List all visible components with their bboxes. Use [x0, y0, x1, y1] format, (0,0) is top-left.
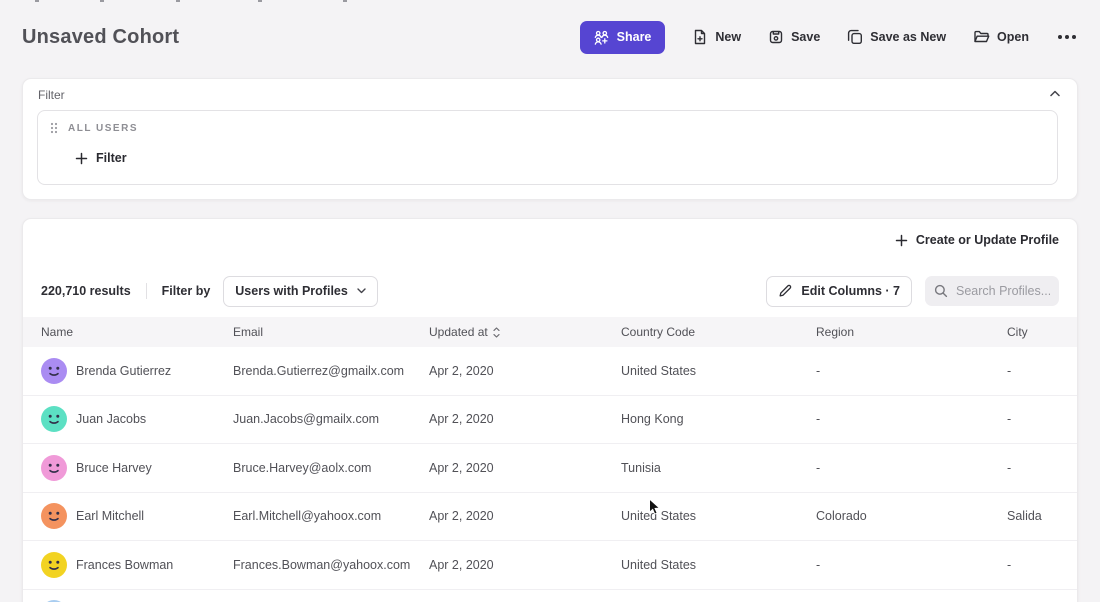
- filter-by-label: Filter by: [162, 284, 211, 298]
- clipped-top-text: [0, 0, 1100, 3]
- save-button-label: Save: [791, 30, 820, 44]
- column-header-email[interactable]: Email: [233, 325, 429, 339]
- profile-email: Frances.Bowman@yahoox.com: [233, 558, 429, 572]
- collapse-filter-button[interactable]: [1047, 87, 1063, 100]
- profiles-panel: Create or Update Profile 220,710 results…: [22, 218, 1078, 602]
- profile-updated-at: Apr 2, 2020: [429, 558, 621, 572]
- filter-panel-title: Filter: [38, 88, 65, 102]
- toolbar-divider: [146, 283, 147, 299]
- profile-name: Juan Jacobs: [76, 412, 146, 426]
- profile-email: Bruce.Harvey@aolx.com: [233, 461, 429, 475]
- chevron-down-icon: [357, 288, 366, 294]
- search-profiles-input[interactable]: [956, 284, 1050, 298]
- more-options-button[interactable]: [1056, 31, 1078, 43]
- save-as-new-button-label: Save as New: [870, 30, 946, 44]
- search-icon: [934, 284, 948, 298]
- chevron-up-icon: [1050, 90, 1060, 97]
- profile-name: Frances Bowman: [76, 558, 173, 572]
- create-or-update-profile-label: Create or Update Profile: [916, 233, 1059, 247]
- table-row[interactable]: Bruce Harvey Bruce.Harvey@aolx.com Apr 2…: [23, 444, 1077, 493]
- table-header-row: Name Email Updated at Country Code Regio…: [23, 317, 1077, 347]
- profile-updated-at: Apr 2, 2020: [429, 461, 621, 475]
- share-button[interactable]: Share: [580, 21, 666, 54]
- column-header-city[interactable]: City: [1007, 325, 1077, 339]
- avatar: [41, 455, 67, 481]
- profile-region: -: [816, 461, 1007, 475]
- pencil-icon: [778, 284, 792, 298]
- page-title: Unsaved Cohort: [22, 26, 179, 49]
- table-row[interactable]: Brenda Gutierrez Brenda.Gutierrez@gmailx…: [23, 347, 1077, 396]
- profile-name: Bruce Harvey: [76, 461, 152, 475]
- profile-country: United States: [621, 364, 816, 378]
- profile-name: Earl Mitchell: [76, 509, 144, 523]
- create-or-update-profile-button[interactable]: Create or Update Profile: [895, 233, 1059, 247]
- column-header-updated-at[interactable]: Updated at: [429, 325, 621, 339]
- avatar: [41, 358, 67, 384]
- table-row[interactable]: [23, 590, 1077, 602]
- save-button[interactable]: Save: [768, 29, 820, 45]
- sort-arrows-icon: [493, 327, 500, 338]
- column-header-region[interactable]: Region: [816, 325, 1007, 339]
- profile-email: Earl.Mitchell@yahoox.com: [233, 509, 429, 523]
- table-toolbar: 220,710 results Filter by Users with Pro…: [41, 273, 1059, 309]
- app-header: Unsaved Cohort Share New: [22, 12, 1078, 62]
- save-as-new-button[interactable]: Save as New: [847, 29, 946, 45]
- header-actions: Share New Save: [580, 21, 1078, 54]
- three-dots-icon: [1058, 35, 1062, 39]
- profile-region: -: [816, 364, 1007, 378]
- profile-type-dropdown-value: Users with Profiles: [235, 284, 348, 298]
- profile-city: Salida: [1007, 509, 1077, 523]
- profile-updated-at: Apr 2, 2020: [429, 364, 621, 378]
- profile-email: Brenda.Gutierrez@gmailx.com: [233, 364, 429, 378]
- profile-country: Tunisia: [621, 461, 816, 475]
- profile-region: -: [816, 412, 1007, 426]
- profile-city: -: [1007, 412, 1077, 426]
- file-plus-icon: [692, 29, 708, 45]
- profile-region: Colorado: [816, 509, 1007, 523]
- share-people-plus-icon: [594, 30, 609, 45]
- profile-city: -: [1007, 558, 1077, 572]
- plus-icon: [75, 152, 88, 165]
- profile-region: -: [816, 558, 1007, 572]
- profiles-search: [925, 276, 1059, 306]
- profile-type-dropdown[interactable]: Users with Profiles: [223, 276, 378, 307]
- column-header-country-code[interactable]: Country Code: [621, 325, 816, 339]
- filter-panel: Filter ALL USERS Filte: [22, 78, 1078, 200]
- save-icon: [768, 29, 784, 45]
- plus-icon: [895, 234, 908, 247]
- filter-group-box: ALL USERS Filter: [37, 110, 1058, 185]
- column-header-name[interactable]: Name: [41, 325, 233, 339]
- folder-icon: [973, 29, 990, 45]
- edit-columns-button[interactable]: Edit Columns · 7: [766, 276, 912, 307]
- avatar: [41, 406, 67, 432]
- profile-name: Brenda Gutierrez: [76, 364, 171, 378]
- profile-email: Juan.Jacobs@gmailx.com: [233, 412, 429, 426]
- open-button-label: Open: [997, 30, 1029, 44]
- table-row[interactable]: Earl Mitchell Earl.Mitchell@yahoox.com A…: [23, 493, 1077, 542]
- profile-city: -: [1007, 461, 1077, 475]
- profile-updated-at: Apr 2, 2020: [429, 412, 621, 426]
- add-filter-label: Filter: [96, 151, 127, 165]
- add-filter-button[interactable]: Filter: [75, 151, 127, 165]
- profile-country: United States: [621, 509, 816, 523]
- avatar: [41, 503, 67, 529]
- profile-country: Hong Kong: [621, 412, 816, 426]
- new-button[interactable]: New: [692, 29, 741, 45]
- table-row[interactable]: Frances Bowman Frances.Bowman@yahoox.com…: [23, 541, 1077, 590]
- profile-updated-at: Apr 2, 2020: [429, 509, 621, 523]
- all-users-label: ALL USERS: [68, 123, 138, 134]
- profile-city: -: [1007, 364, 1077, 378]
- avatar: [41, 552, 67, 578]
- table-row[interactable]: Juan Jacobs Juan.Jacobs@gmailx.com Apr 2…: [23, 396, 1077, 445]
- share-button-label: Share: [617, 30, 652, 44]
- open-button[interactable]: Open: [973, 29, 1029, 45]
- results-count: 220,710 results: [41, 284, 131, 298]
- drag-handle-icon[interactable]: [50, 122, 58, 134]
- edit-columns-label: Edit Columns · 7: [801, 284, 900, 298]
- profile-country: United States: [621, 558, 816, 572]
- table-body: Brenda Gutierrez Brenda.Gutierrez@gmailx…: [23, 347, 1077, 602]
- new-button-label: New: [715, 30, 741, 44]
- copy-icon: [847, 29, 863, 45]
